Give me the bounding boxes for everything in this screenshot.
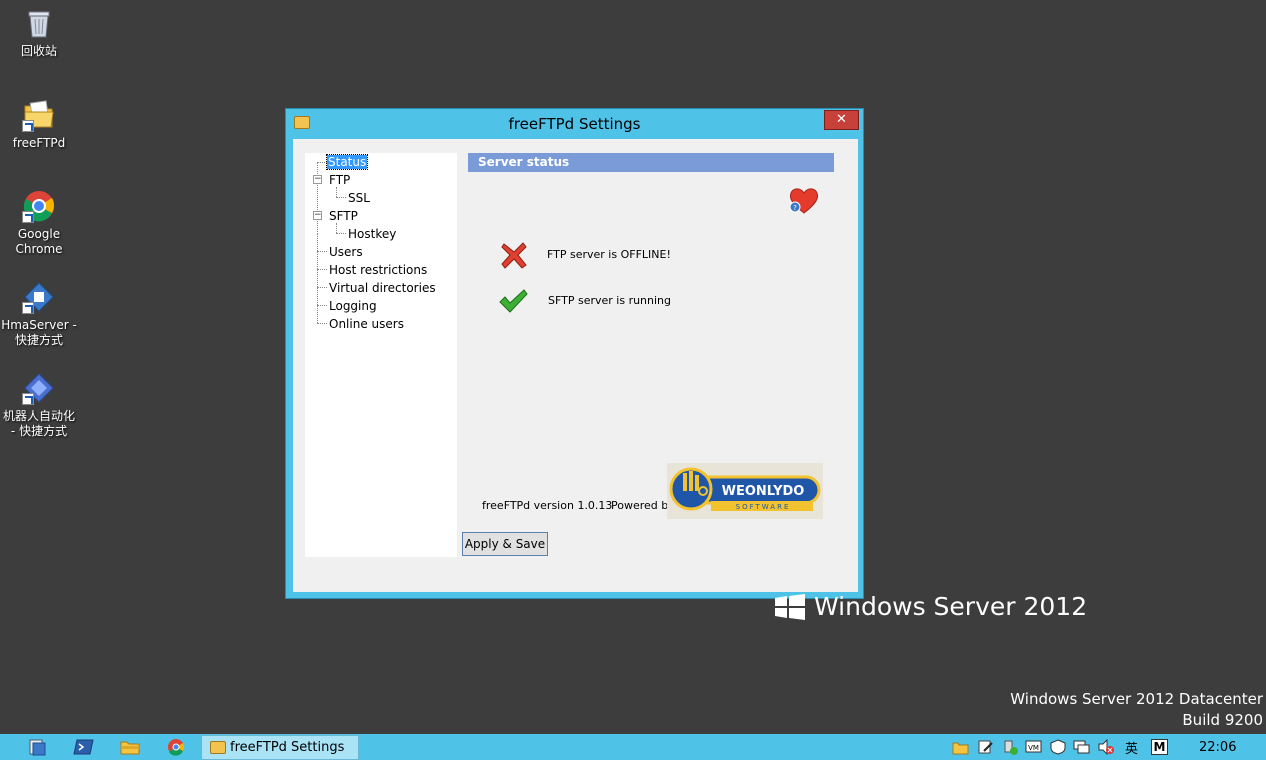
tray-network-icon[interactable]: [1073, 739, 1090, 755]
folder-icon: [22, 98, 56, 132]
tree-item-host-restrictions[interactable]: Host restrictions: [329, 262, 427, 278]
tray-ime-mode-icon[interactable]: M: [1151, 739, 1168, 755]
tree-item-label: SFTP: [329, 209, 358, 223]
edition-watermark: Windows Server 2012 Datacenter Build 920…: [1010, 689, 1263, 731]
apply-save-button[interactable]: Apply & Save: [462, 532, 548, 556]
tray-vm-icon[interactable]: VM: [1025, 739, 1042, 755]
error-cross-icon: [499, 240, 529, 270]
window-titlebar[interactable]: freeFTPd Settings ✕: [286, 109, 863, 139]
freeftpd-settings-window: freeFTPd Settings ✕ − − Status FTP SSL S…: [285, 108, 864, 599]
desktop-icon-freeftpd[interactable]: freeFTPd: [0, 98, 78, 151]
panel-header: Server status: [468, 153, 834, 172]
tray-freeftpd-icon[interactable]: [952, 739, 969, 755]
tree-item-label: FTP: [329, 173, 351, 187]
close-button[interactable]: ✕: [824, 110, 859, 130]
svg-text:VM: VM: [1028, 744, 1039, 752]
tree-item-virtual-directories[interactable]: Virtual directories: [329, 280, 436, 296]
desktop-icon-label: Google Chrome: [15, 227, 63, 256]
build-line: Build 9200: [1182, 711, 1263, 729]
window-client-area: − − Status FTP SSL SFTP Hostkey Users Ho…: [293, 139, 858, 592]
powershell-icon[interactable]: [73, 737, 95, 757]
desktop-icon-label: 回收站: [20, 44, 57, 58]
desktop-icon-chrome[interactable]: Google Chrome: [0, 189, 78, 257]
tree-item-ftp[interactable]: FTP: [329, 172, 350, 188]
shortcut-arrow-icon: [22, 211, 34, 223]
collapse-sftp-icon[interactable]: −: [313, 211, 322, 220]
desktop-icon-hmaserver[interactable]: HmaServer - 快捷方式: [0, 280, 78, 348]
tray-action-center-icon[interactable]: [1050, 739, 1067, 755]
tree-item-hostkey[interactable]: Hostkey: [348, 226, 396, 242]
recycle-bin-icon: [22, 6, 56, 40]
tree-item-label: Logging: [329, 299, 377, 313]
ftp-status-text: FTP server is OFFLINE!: [547, 248, 671, 261]
desktop-icon-label: 机器人自动化 - 快捷方式: [2, 409, 75, 438]
shortcut-arrow-icon: [22, 302, 34, 314]
tray-usb-icon[interactable]: [1002, 739, 1019, 755]
tray-edit-icon[interactable]: [977, 739, 994, 755]
robot-automation-icon: [22, 371, 56, 405]
window-title: freeFTPd Settings: [508, 115, 641, 133]
desktop-icon-label: HmaServer - 快捷方式: [1, 318, 77, 347]
edition-line: Windows Server 2012 Datacenter: [1010, 690, 1263, 708]
tree-item-online-users[interactable]: Online users: [329, 316, 404, 332]
tree-item-status[interactable]: Status: [325, 154, 369, 170]
ime-mode-label: M: [1153, 740, 1166, 754]
file-explorer-icon[interactable]: [119, 737, 141, 757]
chrome-icon: [22, 189, 56, 223]
tree-item-label: SSL: [348, 191, 370, 205]
heart-icon[interactable]: ?: [787, 185, 821, 215]
freeftpd-task-icon: [210, 741, 226, 754]
tree-item-label: Users: [329, 245, 363, 259]
success-check-icon: [498, 286, 528, 316]
taskbar-clock[interactable]: 22:06: [1199, 740, 1236, 755]
collapse-ftp-icon[interactable]: −: [313, 175, 322, 184]
tree-item-label: Hostkey: [348, 227, 397, 241]
windows-server-branding: Windows Server 2012: [774, 592, 1087, 621]
taskbar-task-freeftpd[interactable]: freeFTPd Settings: [201, 735, 359, 760]
version-text: freeFTPd version 1.0.13: [482, 499, 613, 512]
powered-by-text: Powered by: [611, 499, 675, 512]
shortcut-arrow-icon: [22, 120, 34, 132]
tree-item-ssl[interactable]: SSL: [348, 190, 370, 206]
tree-item-logging[interactable]: Logging: [329, 298, 377, 314]
tree-item-label: Host restrictions: [329, 263, 428, 277]
desktop-icon-robot-automation[interactable]: 机器人自动化 - 快捷方式: [0, 371, 78, 439]
tree-item-label: Virtual directories: [329, 281, 436, 295]
server-manager-icon[interactable]: [27, 737, 49, 757]
taskbar-task-label: freeFTPd Settings: [230, 740, 345, 755]
sftp-status-text: SFTP server is running: [548, 294, 672, 307]
branding-text: Windows Server 2012: [814, 592, 1088, 621]
tree-item-label: Status: [325, 154, 369, 170]
logo-subtext: SOFTWARE: [736, 503, 791, 511]
chrome-taskbar-icon[interactable]: [165, 737, 187, 757]
tray-volume-muted-icon[interactable]: [1097, 738, 1114, 756]
ime-language-indicator[interactable]: 英: [1125, 738, 1138, 757]
taskbar: freeFTPd Settings VM 英 M 22:06: [0, 734, 1266, 760]
logo-text: WEONLYDO: [722, 484, 805, 499]
tree-item-users[interactable]: Users: [329, 244, 363, 260]
hmaserver-icon: [22, 280, 56, 314]
desktop-icon-recycle-bin[interactable]: 回收站: [0, 6, 78, 59]
svg-text:?: ?: [793, 204, 797, 212]
shortcut-arrow-icon: [22, 393, 34, 405]
tree-item-sftp[interactable]: SFTP: [329, 208, 358, 224]
windows-logo-icon: [774, 593, 806, 620]
tree-item-label: Online users: [329, 317, 404, 331]
settings-tree[interactable]: − − Status FTP SSL SFTP Hostkey Users Ho…: [305, 153, 457, 557]
desktop-icon-label: freeFTPd: [12, 136, 66, 150]
weonlydo-logo[interactable]: WEONLYDO SOFTWARE: [667, 463, 823, 519]
